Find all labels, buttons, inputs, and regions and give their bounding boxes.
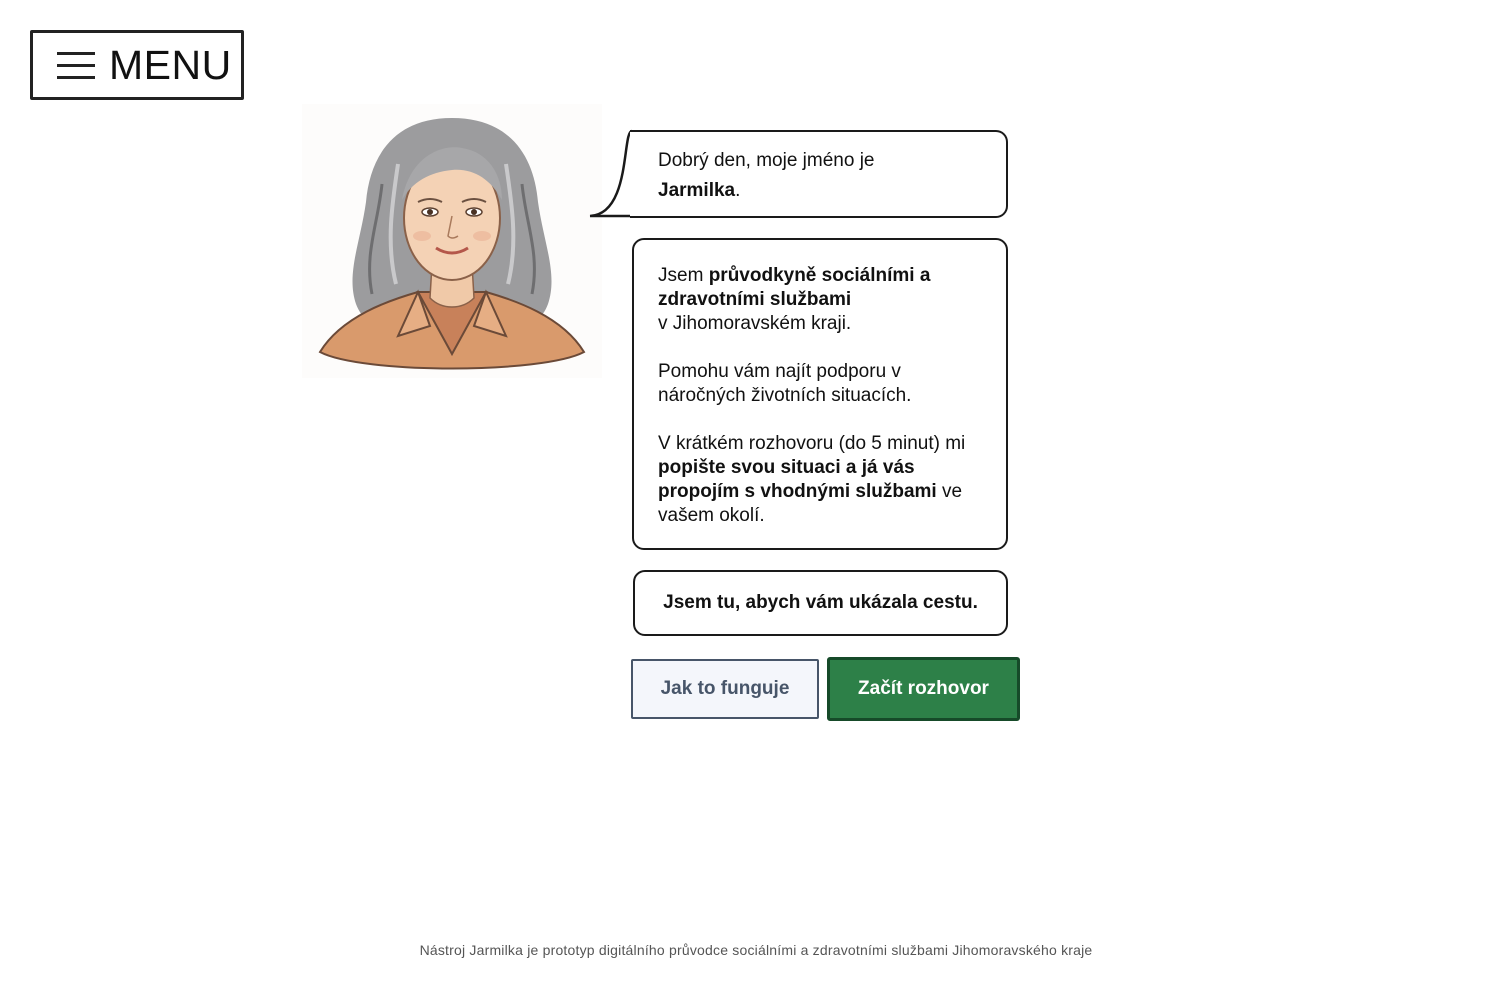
intro-paragraph-1: Jsem průvodkyně sociálními a zdravotními…	[658, 264, 992, 336]
greeting-suffix: .	[735, 180, 741, 201]
start-conversation-label: Začít rozhovor	[858, 678, 989, 699]
greeting-bubble: Dobrý den, moje jméno je Jarmilka.	[630, 130, 1008, 218]
menu-button[interactable]: MENU	[30, 30, 244, 100]
how-it-works-label: Jak to funguje	[660, 678, 790, 699]
tagline-text: Jsem tu, abych vám ukázala cestu.	[663, 592, 978, 613]
start-conversation-button[interactable]: Začít rozhovor	[827, 657, 1020, 721]
intro-paragraph-2: Pomohu vám najít podporu v náročných živ…	[658, 361, 912, 406]
speech-bubble-tail	[589, 129, 634, 218]
intro-paragraph-3: V krátkém rozhovoru (do 5 minut) mi popi…	[658, 432, 992, 528]
avatar-illustration	[302, 104, 602, 378]
greeting-prefix: Dobrý den, moje jméno je	[658, 150, 875, 171]
intro-text: v Jihomoravském kraji.	[658, 313, 852, 334]
intro-emphasis: popište svou situaci a já vás propojím s…	[658, 457, 937, 502]
assistant-name: Jarmilka	[658, 180, 736, 201]
hamburger-icon	[57, 52, 95, 79]
menu-label: MENU	[109, 41, 232, 88]
intro-text: Jsem	[658, 265, 709, 286]
tagline-bubble: Jsem tu, abych vám ukázala cestu.	[633, 570, 1008, 636]
intro-bubble: Jsem průvodkyně sociálními a zdravotními…	[632, 238, 1008, 550]
footer-note: Nástroj Jarmilka je prototyp digitálního…	[419, 942, 1093, 958]
intro-text: V krátkém rozhovoru (do 5 minut) mi	[658, 433, 966, 454]
how-it-works-button[interactable]: Jak to funguje	[631, 659, 819, 719]
